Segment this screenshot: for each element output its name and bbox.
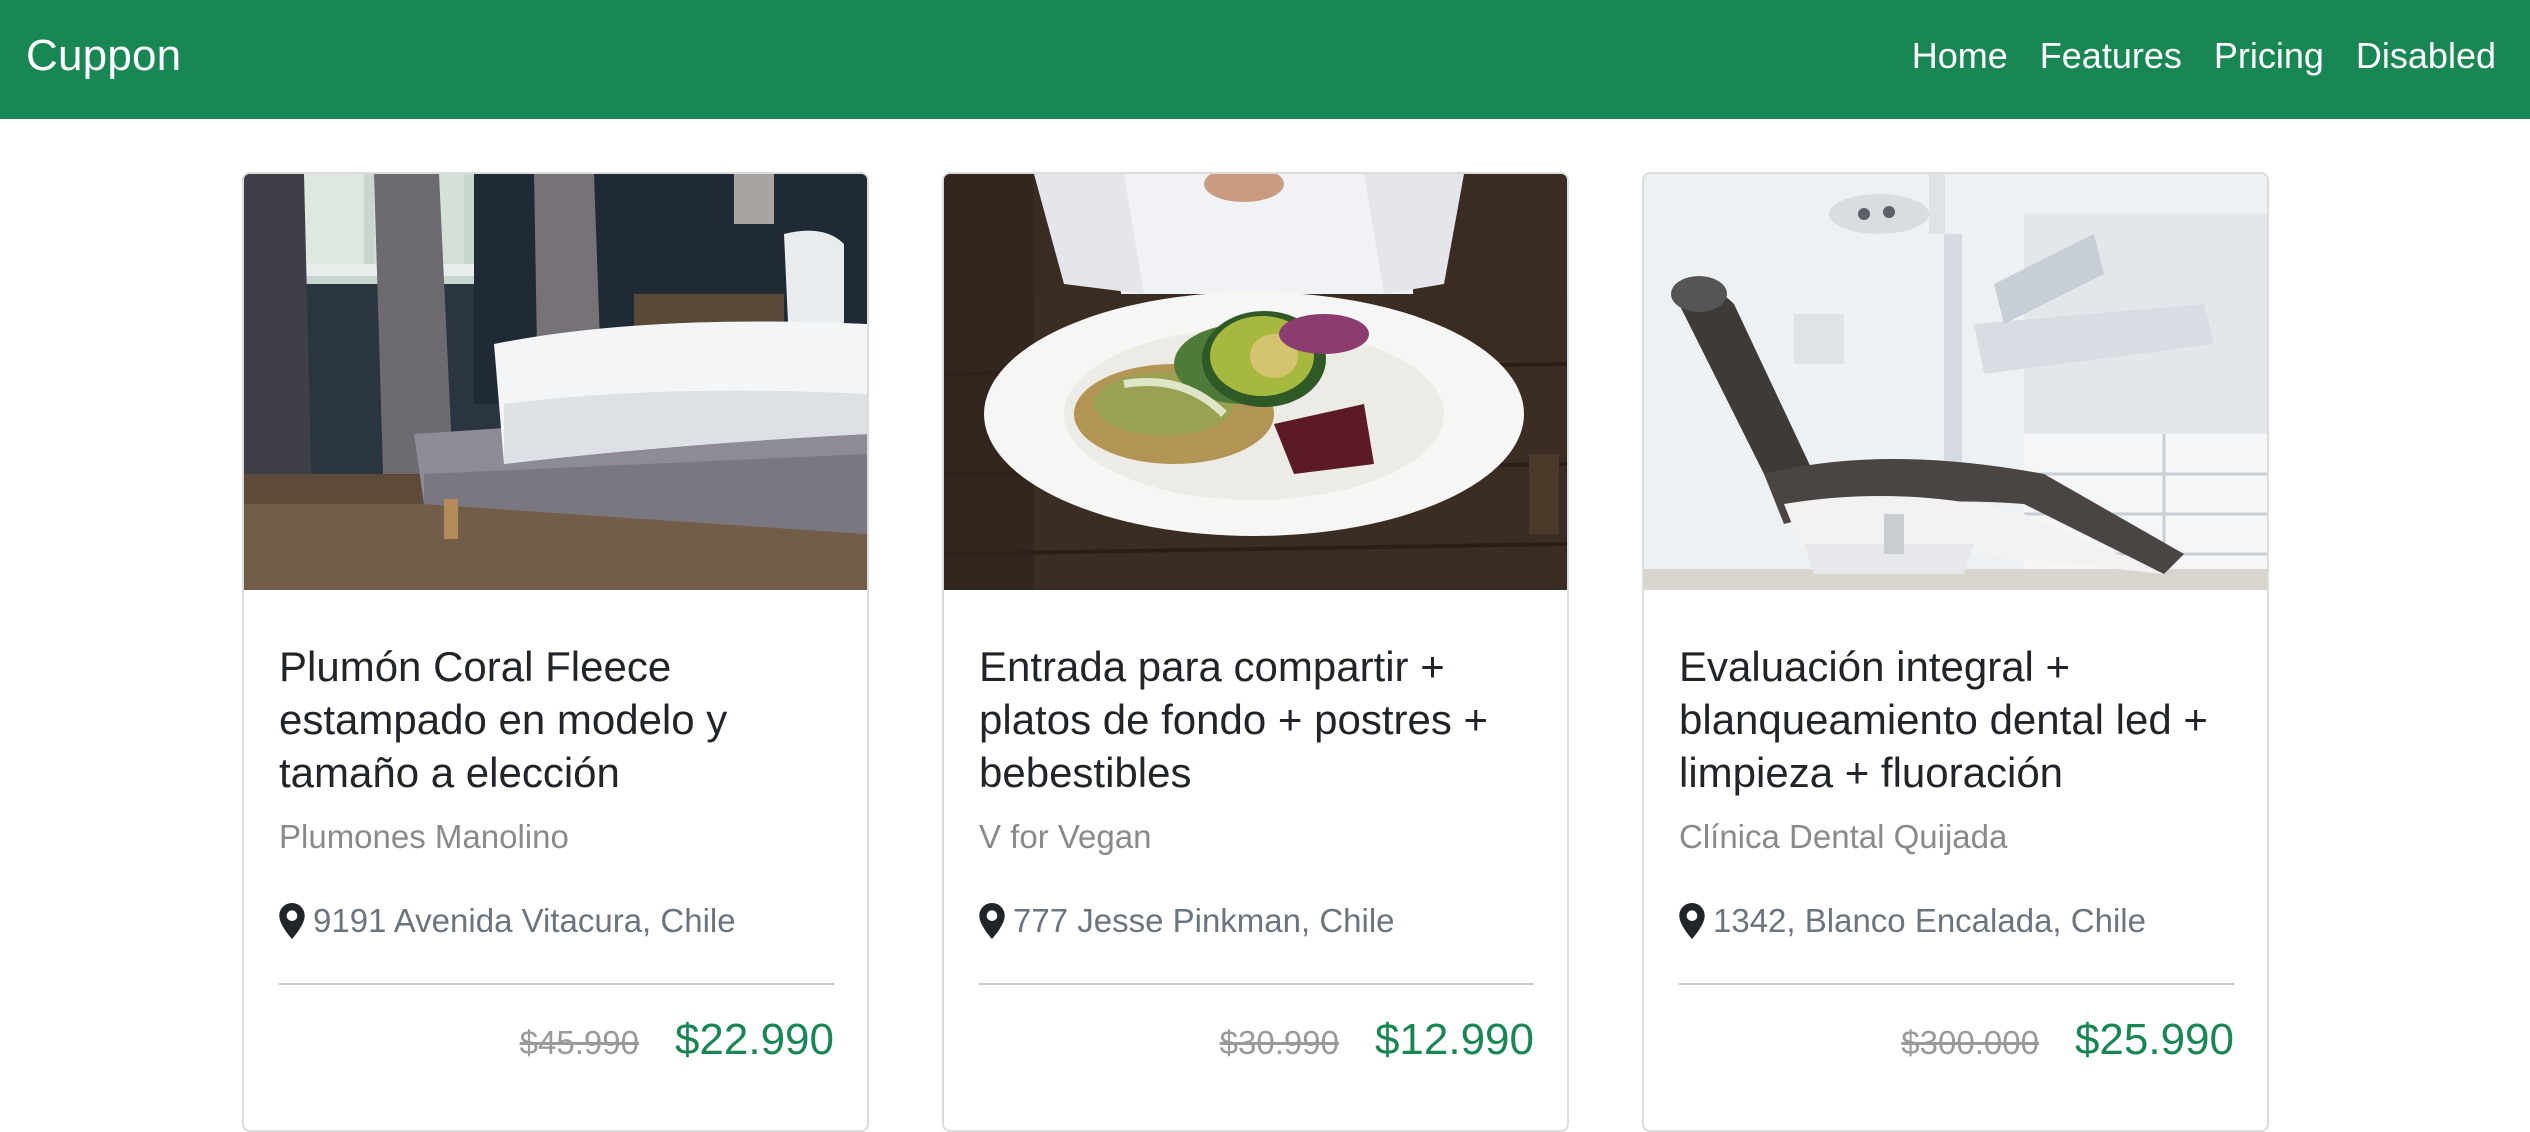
map-pin-icon (279, 903, 305, 939)
coupon-card[interactable]: Plumón Coral Fleece estampado en modelo … (242, 172, 869, 1132)
map-pin-icon (979, 903, 1005, 939)
card-store-name: Plumones Manolino (279, 818, 569, 855)
card-title[interactable]: Plumón Coral Fleece estampado en modelo … (279, 640, 834, 799)
dental-chair-photo[interactable] (1644, 174, 2267, 590)
nav-links: Home Features Pricing Disabled (1896, 31, 2512, 81)
card-address-text: 777 Jesse Pinkman, Chile (1013, 902, 1395, 939)
brand-logo[interactable]: Cuppon (26, 28, 181, 84)
card-new-price: $25.990 (2074, 1015, 2234, 1064)
card-prices: $45.990 $22.990 (279, 1015, 834, 1065)
card-old-price: $300.000 (1901, 1024, 2039, 1061)
card-old-price: $45.990 (519, 1024, 639, 1061)
nav-link-home[interactable]: Home (1896, 31, 2024, 81)
nav-link-features[interactable]: Features (2024, 31, 2198, 81)
card-prices: $300.000 $25.990 (1679, 1015, 2234, 1065)
card-new-price: $12.990 (1374, 1015, 1534, 1064)
card-body: Plumón Coral Fleece estampado en modelo … (279, 640, 834, 1065)
map-pin-icon (1679, 903, 1705, 939)
card-divider (279, 983, 834, 985)
card-store-name: Clínica Dental Quijada (1679, 818, 2008, 855)
card-address: 1342, Blanco Encalada, Chile (1679, 901, 2234, 941)
nav-link-disabled[interactable]: Disabled (2340, 31, 2512, 81)
card-address-text: 1342, Blanco Encalada, Chile (1713, 902, 2146, 939)
coupon-card-list: Plumón Coral Fleece estampado en modelo … (242, 172, 2272, 1132)
card-body: Evaluación integral + blanqueamiento den… (1679, 640, 2234, 1065)
bedroom-photo[interactable] (244, 174, 867, 590)
card-divider (1679, 983, 2234, 985)
top-navbar: Cuppon Home Features Pricing Disabled (0, 0, 2530, 119)
card-title[interactable]: Entrada para compartir + platos de fondo… (979, 640, 1534, 799)
card-prices: $30.990 $12.990 (979, 1015, 1534, 1065)
card-address: 777 Jesse Pinkman, Chile (979, 901, 1534, 941)
card-store-name: V for Vegan (979, 818, 1152, 855)
card-divider (979, 983, 1534, 985)
nav-link-pricing[interactable]: Pricing (2198, 31, 2340, 81)
coupon-card[interactable]: Entrada para compartir + platos de fondo… (942, 172, 1569, 1132)
card-body: Entrada para compartir + platos de fondo… (979, 640, 1534, 1065)
card-address: 9191 Avenida Vitacura, Chile (279, 901, 834, 941)
card-new-price: $22.990 (674, 1015, 834, 1064)
card-title[interactable]: Evaluación integral + blanqueamiento den… (1679, 640, 2234, 799)
card-address-text: 9191 Avenida Vitacura, Chile (313, 902, 736, 939)
coupon-card[interactable]: Evaluación integral + blanqueamiento den… (1642, 172, 2269, 1132)
vegan-food-plate-photo[interactable] (944, 174, 1567, 590)
card-old-price: $30.990 (1219, 1024, 1339, 1061)
